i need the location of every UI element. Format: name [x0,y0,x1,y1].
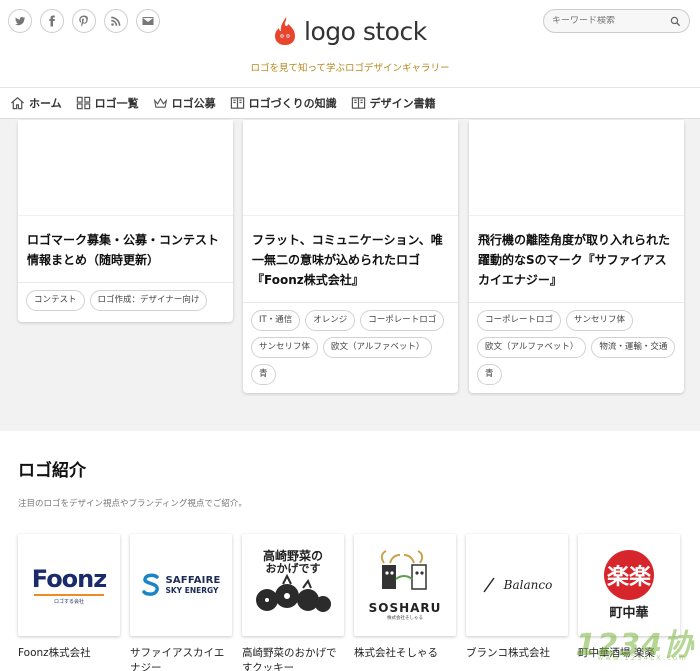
site-logo[interactable]: logo stock [272,16,427,46]
pinterest-icon[interactable] [72,9,96,33]
logo-tile[interactable]: SAFFAIRE SKY ENERGY サファイアスカイエナジー [130,534,232,671]
foonz-wordmark: Foonz [31,565,107,593]
article-thumbnail[interactable] [243,120,458,216]
tag-chip[interactable]: コンテスト [26,290,85,311]
card-divider [243,302,458,303]
takasaki-line2: おかげです [265,561,321,575]
goats-illustration-icon [380,550,427,590]
card-divider [469,302,684,303]
tag-chip[interactable]: IT・通信 [251,310,301,331]
home-icon [11,97,24,110]
logo-tile[interactable]: Balanco ブランコ株式会社 [466,534,568,661]
card-divider [18,282,233,283]
logo-text: logo stock [304,16,427,46]
nav-label: ロゴづくりの知識 [248,97,337,110]
article-card[interactable]: ロゴマーク募集・公募・コンテスト情報まとめ（随時更新） コンテスト ロゴ作成：デ… [18,120,233,322]
nav-label: デザイン書籍 [369,97,436,110]
tag-chip[interactable]: 青 [477,364,502,385]
nav-item-home[interactable]: ホーム [10,95,62,111]
vegetable-illustration-icon [256,573,331,613]
mail-icon[interactable] [136,9,160,33]
logo-image-balanco[interactable]: Balanco [466,534,568,636]
nav-item-logo-contest[interactable]: ロゴ公募 [153,95,216,111]
main-nav: ホーム ロゴ一覧 ロゴ公募 ロゴづくりの知識 デザイン書籍 [0,88,700,119]
nav-label: ロゴ公募 [171,97,216,110]
tag-chip[interactable]: 物流・運輸・交通 [591,337,676,358]
site-header: logo stock ロゴを見て知って学ぶロゴデザインギャラリー [0,0,700,88]
tag-chip[interactable]: 欧文（アルファベット） [323,337,433,358]
saffaire-subtext: SKY ENERGY [165,586,219,595]
saffaire-wordmark: SAFFAIRE [165,575,221,586]
takasaki-line1: 高崎野菜の [262,549,323,564]
logo-name[interactable]: Foonz株式会社 [18,646,120,661]
logo-name[interactable]: 株式会社そしゃる [354,646,456,661]
logo-name[interactable]: 高崎野菜のおかげですクッキー [242,646,344,671]
tag-chip[interactable]: コーポレートロゴ [360,310,445,331]
crown-icon [153,97,167,108]
social-links [8,9,160,33]
tag-chip[interactable]: 欧文（アルファベット） [477,337,587,358]
section-title: ロゴ紹介 [18,461,86,481]
tag-chip[interactable]: 青 [251,364,276,385]
article-card[interactable]: フラット、コミュニケーション、唯一無二の意味が込められたロゴ『Foonz株式会社… [243,120,458,393]
article-title[interactable]: 飛行機の離陸角度が取り入れられた躍動的なSのマーク『サファイアスカイエナジー』 [478,230,676,290]
grid-icon [76,96,90,110]
article-cards: ロゴマーク募集・公募・コンテスト情報まとめ（随時更新） コンテスト ロゴ作成：デ… [0,120,700,429]
tag-chip[interactable]: サンセリフ体 [251,337,319,358]
sosharu-wordmark: SOSHARU [368,601,442,615]
flame-logo-icon [275,17,295,45]
nav-item-logo-list[interactable]: ロゴ一覧 [76,95,139,111]
site-tagline: ロゴを見て知って学ぶロゴデザインギャラリー [250,63,450,74]
search-input[interactable] [552,16,662,26]
logo-image-sosharu[interactable]: SOSHARU 株式会社そしゃる [354,534,456,636]
article-thumbnail[interactable] [469,120,684,216]
logo-tile[interactable]: 高崎野菜の おかげです 高崎野菜のおかげですクッキー [242,534,344,671]
book-icon [351,97,365,109]
logo-image-foonz[interactable]: Foonz ロゴする会社 [18,534,120,636]
foonz-underline [33,594,104,596]
rss-icon[interactable] [104,9,128,33]
logo-image-saffaire[interactable]: SAFFAIRE SKY ENERGY [130,534,232,636]
saffaire-s-icon [142,573,160,596]
nav-label: ホーム [29,97,62,110]
search-icon[interactable] [670,16,681,27]
twitter-icon[interactable] [8,9,32,33]
tag-chip[interactable]: コーポレートロゴ [477,310,562,331]
facebook-icon[interactable] [40,9,64,33]
logo-tile[interactable]: SOSHARU 株式会社そしゃる 株式会社そしゃる [354,534,456,661]
slash-mark-icon [483,577,495,593]
foonz-subtext: ロゴする会社 [53,599,84,605]
search-box[interactable] [543,9,690,33]
article-title[interactable]: フラット、コミュニケーション、唯一無二の意味が込められたロゴ『Foonz株式会社… [252,230,450,290]
watermark-subtext: www.1234LX.com [597,654,688,662]
section-description: 注目のロゴをデザイン視点やブランディング視点でご紹介。 [18,499,247,509]
rakuraku-subtext: 町中華 [609,605,649,621]
logo-image-takasaki[interactable]: 高崎野菜の おかげです [242,534,344,636]
logo-tile[interactable]: Foonz ロゴする会社 Foonz株式会社 [18,534,120,661]
nav-item-design-books[interactable]: デザイン書籍 [351,95,436,111]
article-title[interactable]: ロゴマーク募集・公募・コンテスト情報まとめ（随時更新） [27,230,225,270]
tag-chip[interactable]: サンセリフ体 [566,310,634,331]
rakuraku-mark: 楽楽 [606,564,651,590]
article-card[interactable]: 飛行機の離陸角度が取り入れられた躍動的なSのマーク『サファイアスカイエナジー』 … [469,120,684,393]
balanco-wordmark: Balanco [503,578,553,592]
nav-label: ロゴ一覧 [94,97,139,110]
tag-chip[interactable]: ロゴ作成：デザイナー向け [89,290,208,311]
nav-item-logo-knowledge[interactable]: ロゴづくりの知識 [230,95,337,111]
book-icon [230,97,244,109]
rakuraku-emblem: 楽楽 [604,549,654,600]
logo-name[interactable]: サファイアスカイエナジー [130,646,232,671]
article-tags: コンテスト ロゴ作成：デザイナー向け [26,290,227,311]
logo-name[interactable]: ブランコ株式会社 [466,646,568,661]
article-tags: コーポレートロゴ サンセリフ体 欧文（アルファベット） 物流・運輸・交通 青 [477,310,678,385]
sosharu-subtext: 株式会社そしゃる [387,616,423,621]
article-tags: IT・通信 オレンジ コーポレートロゴ サンセリフ体 欧文（アルファベット） 青 [251,310,452,385]
article-thumbnail[interactable] [18,120,233,216]
tag-chip[interactable]: オレンジ [305,310,356,331]
